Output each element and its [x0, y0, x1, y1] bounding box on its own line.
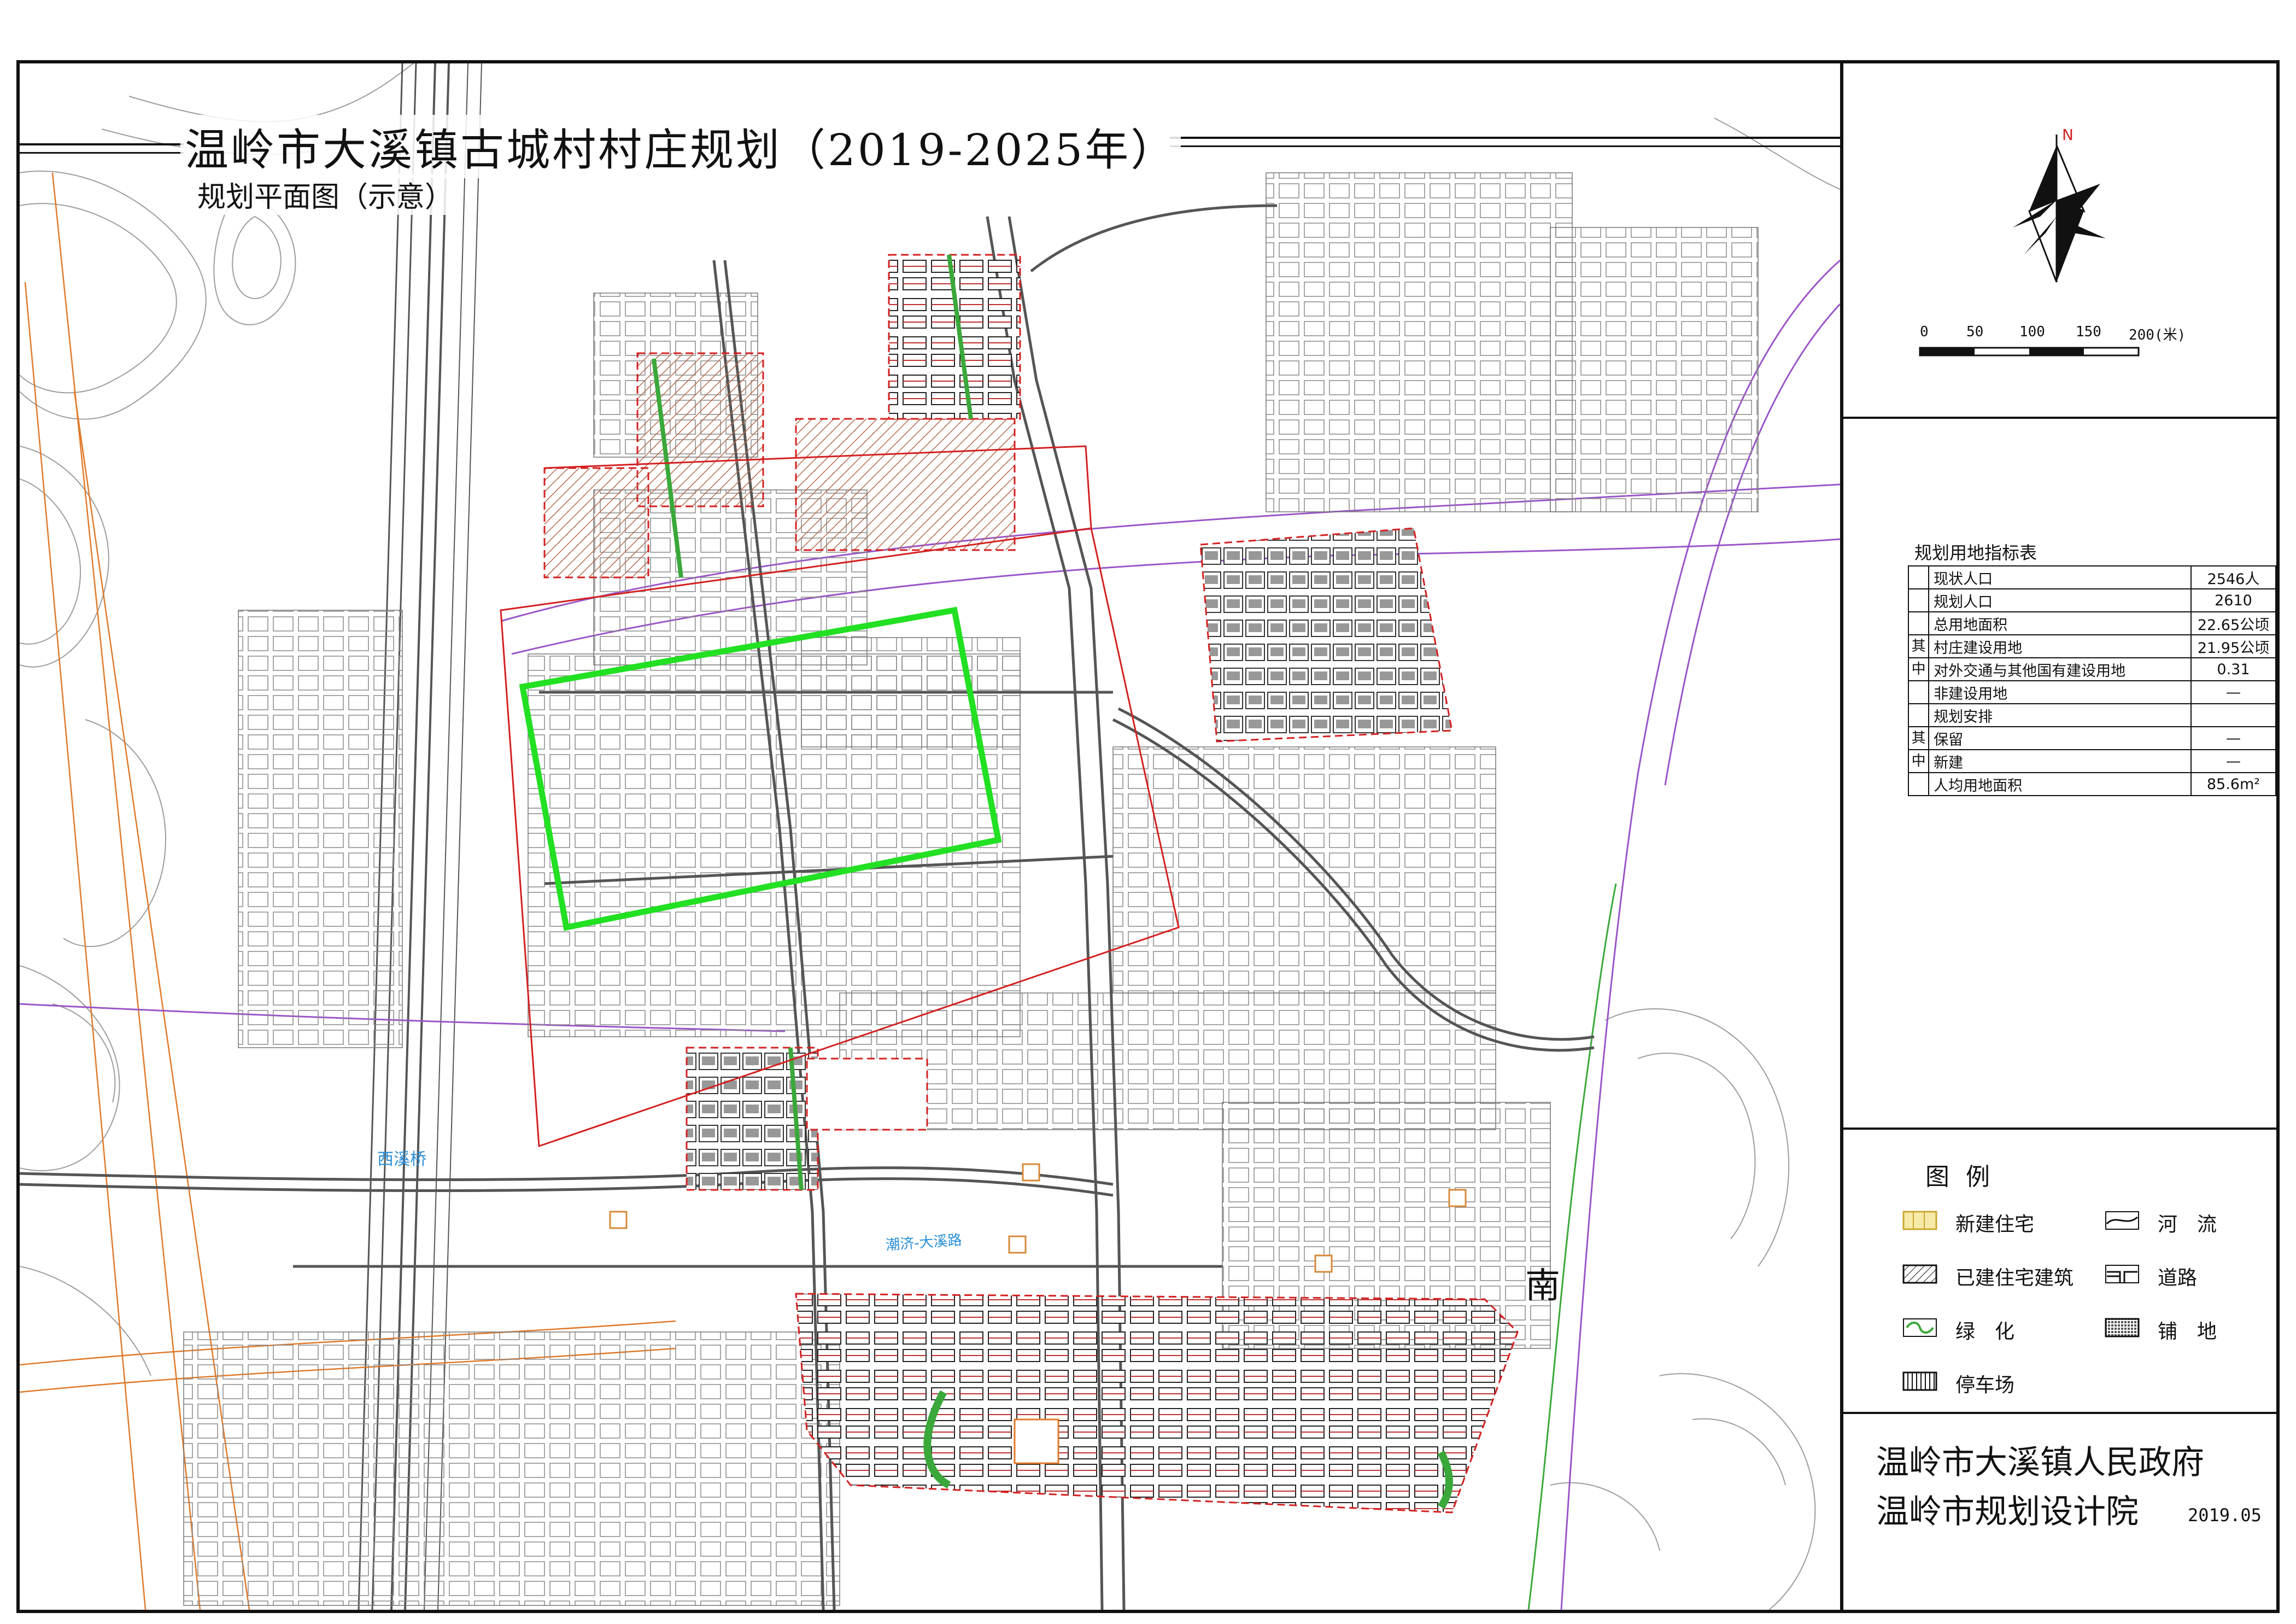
legend-label-new-housing: 新建住宅 — [1955, 1213, 2035, 1236]
table-item-value: 2610 — [2190, 588, 2277, 612]
table-row: 非建设用地 — — [1907, 680, 2277, 704]
table-row: 规划人口 2610 — [1907, 588, 2277, 612]
table-item-name: 规划人口 — [1928, 588, 2192, 612]
greenery-icon — [1903, 1318, 1937, 1337]
map-subtitle: 规划平面图（示意） — [194, 174, 457, 215]
new-housing-icon — [1902, 1211, 1937, 1230]
table-item-name: 规划安排 — [1928, 703, 2192, 727]
title-rule — [20, 152, 184, 154]
table-row: 规划安排 — [1907, 703, 2277, 727]
river-icon — [2105, 1211, 2139, 1230]
table-item-name: 现状人口 — [1928, 565, 2192, 589]
south-direction-label: 南 — [1525, 1266, 1560, 1306]
table-item-name: 总用地面积 — [1928, 611, 2192, 635]
north-arrow-icon: N — [2013, 126, 2106, 283]
organization-section: 温岭市大溪镇人民政府 温岭市规划设计院 2019.05 — [1843, 1414, 2276, 1610]
table-item-name: 对外交通与其他国有建设用地 — [1928, 657, 2192, 681]
legend-title: 图例 — [1925, 1163, 2006, 1191]
table-side-cell: 中 — [1907, 657, 1930, 681]
table-side-cell: 其 — [1907, 634, 1930, 658]
table-side-cell — [1907, 680, 1930, 704]
table-item-name: 新建 — [1928, 749, 2192, 773]
road-icon — [2105, 1265, 2139, 1283]
built-housing-icon — [1902, 1264, 1937, 1284]
table-row: 现状人口 2546人 — [1907, 565, 2277, 589]
table-item-value: — — [2190, 726, 2277, 750]
scale-label-150: 150 — [2076, 324, 2101, 340]
legend-label-parking: 停车场 — [1955, 1374, 2015, 1397]
table-item-value: 21.95公顷 — [2190, 634, 2277, 658]
table-row: 中新建 — — [1907, 749, 2277, 773]
land-use-table-section: 规划用地指标表 现状人口 2546人 规划人口 2610 总用地面积 22.65公顷其村庄… — [1843, 419, 2277, 1130]
side-panel: N 0 50 100 150 200(米) 规划用地指标表 现状人口 2546人规… — [1840, 63, 2277, 1610]
table-side-cell — [1907, 772, 1930, 796]
table-item-value: — — [2190, 680, 2277, 704]
paving-icon — [2105, 1318, 2140, 1337]
legend-label-greenery: 绿 化 — [1955, 1321, 2015, 1343]
title-rule — [1170, 137, 1840, 139]
table-item-value: 2546人 — [2190, 565, 2277, 589]
north-arrow-section: N 0 50 100 150 200(米) — [1843, 63, 2276, 419]
table-row: 其保留 — — [1907, 726, 2277, 750]
table-item-name: 保留 — [1928, 726, 2192, 750]
parking-icon — [1902, 1371, 1937, 1391]
plot-cluster-east — [1199, 527, 1453, 743]
title-rule — [1170, 145, 1840, 147]
table-side-cell — [1907, 588, 1930, 612]
legend-label-built-housing: 已建住宅建筑 — [1955, 1267, 2074, 1289]
table-item-value: — — [2190, 749, 2277, 773]
table-item-value: 85.6m² — [2190, 772, 2277, 796]
organization-name-2: 温岭市规划设计院 — [1876, 1493, 2139, 1531]
plot-cluster-south — [795, 1293, 1519, 1514]
table-item-name: 人均用地面积 — [1928, 772, 2192, 796]
map-title: 温岭市大溪镇古城村村庄规划（2019-2025年） — [180, 115, 1181, 178]
river-label: 西溪桥 — [377, 1150, 426, 1169]
table-row: 中对外交通与其他国有建设用地 0.31 — [1907, 657, 2277, 681]
table-side-cell: 中 — [1907, 749, 1930, 773]
table-row: 总用地面积 22.65公顷 — [1907, 611, 2277, 635]
legend-section: 图例 新建住宅 河 流 已建住宅建筑 道路 绿 化 铺 地 停车场 — [1843, 1130, 2276, 1414]
land-use-table-title: 规划用地指标表 — [1914, 542, 2037, 563]
organization-name-1: 温岭市大溪镇人民政府 — [1876, 1444, 2204, 1482]
planning-map[interactable] — [20, 63, 1840, 1610]
legend-label-river: 河 流 — [2158, 1213, 2217, 1236]
table-side-cell — [1907, 703, 1930, 727]
table-item-value: 0.31 — [2190, 657, 2277, 681]
north-letter: N — [2062, 126, 2074, 144]
table-row: 人均用地面积 85.6m² — [1907, 772, 2277, 796]
title-rule — [20, 143, 184, 145]
scale-label-50: 50 — [1966, 324, 1984, 340]
scale-label-100: 100 — [2019, 324, 2045, 340]
legend-label-paving: 铺 地 — [2158, 1321, 2217, 1343]
table-item-name: 非建设用地 — [1928, 680, 2192, 704]
land-use-table: 现状人口 2546人 规划人口 2610 总用地面积 22.65公顷其村庄建设用地 21.9… — [1907, 565, 2277, 796]
legend-label-road: 道路 — [2158, 1267, 2198, 1289]
scale-label-200: 200(米) — [2129, 327, 2186, 343]
table-row: 其村庄建设用地 21.95公顷 — [1907, 634, 2277, 658]
table-item-value — [2190, 703, 2277, 727]
scale-label-0: 0 — [1920, 324, 1929, 340]
table-item-value: 22.65公顷 — [2190, 611, 2277, 635]
drawing-date: 2019.05 — [2188, 1505, 2262, 1526]
table-item-name: 村庄建设用地 — [1928, 634, 2192, 658]
table-side-cell — [1907, 611, 1930, 635]
table-side-cell — [1907, 565, 1930, 589]
table-side-cell: 其 — [1907, 726, 1930, 750]
